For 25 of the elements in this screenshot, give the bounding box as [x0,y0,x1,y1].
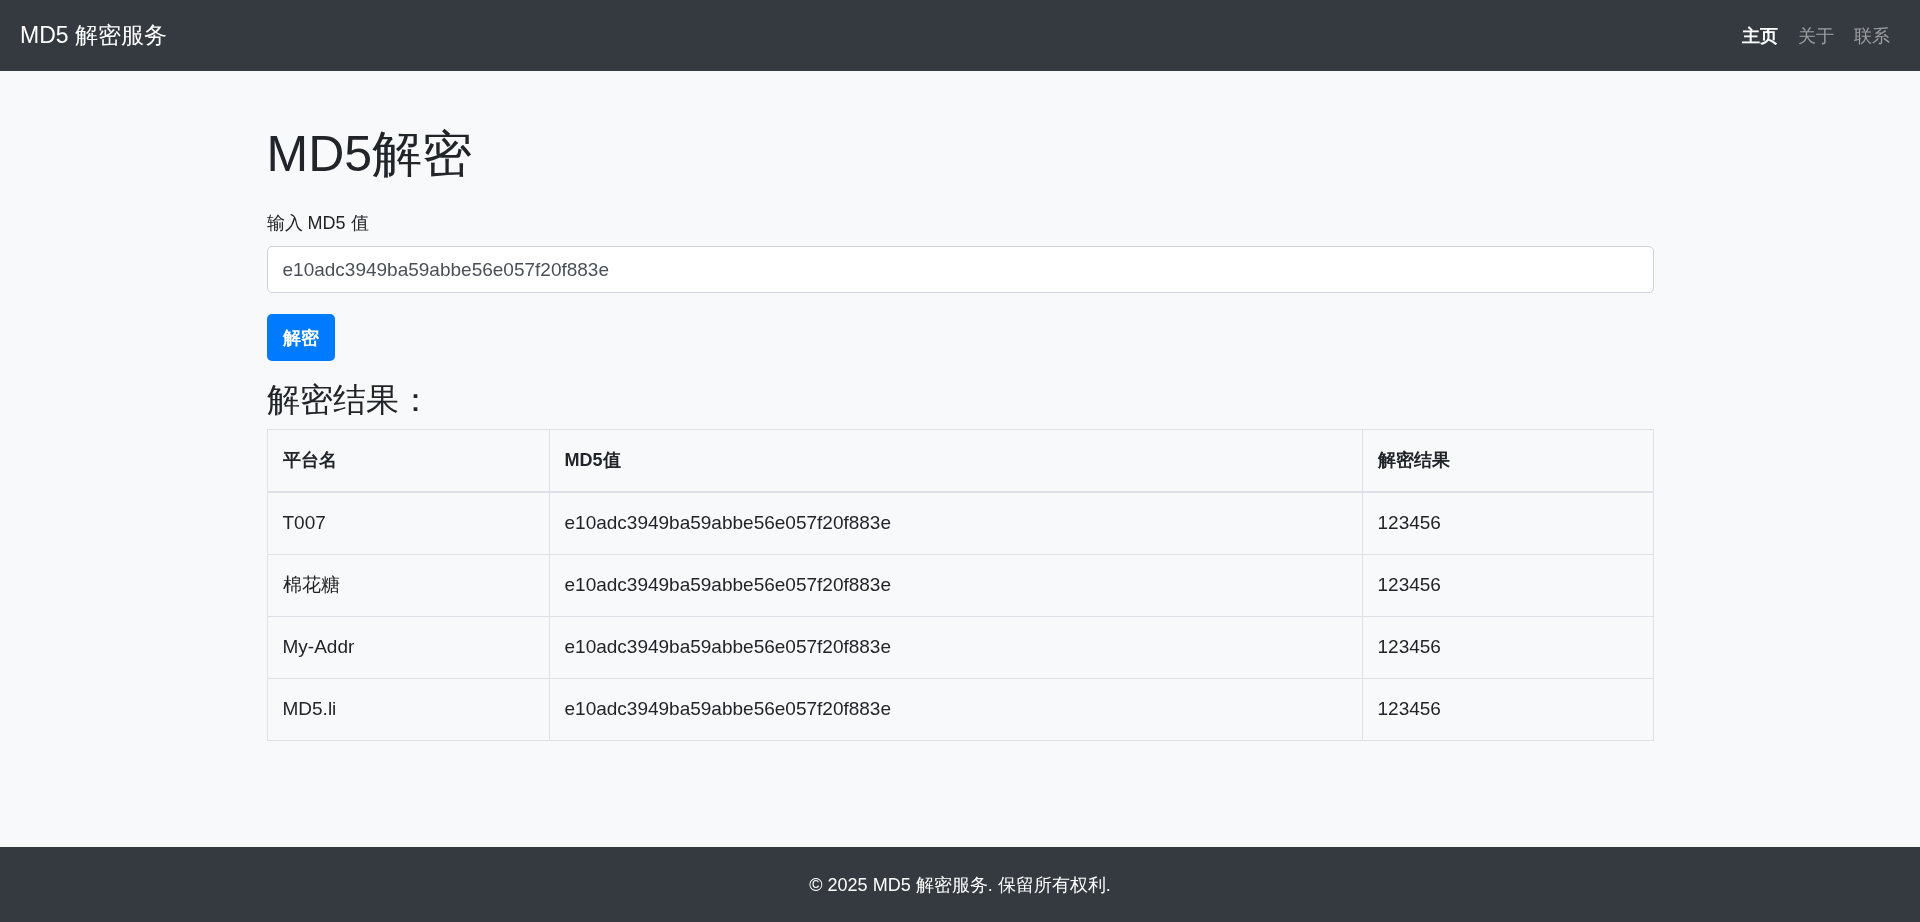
table-cell: 123456 [1362,616,1653,679]
table-cell: 棉花糖 [267,554,549,617]
copyright-text: © 2025 MD5 解密服务. 保留所有权利. [809,873,1111,897]
table-cell: e10adc3949ba59abbe56e057f20f883e [549,491,1362,555]
column-header: MD5值 [549,429,1362,492]
table-cell: 123456 [1362,678,1653,741]
table-cell: e10adc3949ba59abbe56e057f20f883e [549,616,1362,679]
md5-input-field[interactable]: e10adc3949ba59abbe56e057f20f883e [266,246,1654,293]
input-label: 输入 MD5 值 [266,212,370,235]
table-cell: 123456 [1362,491,1653,555]
column-header: 平台名 [267,429,549,492]
results-heading: 解密结果： [266,380,433,420]
table-cell: T007 [267,491,549,555]
nav-link[interactable]: 关于 [1788,23,1844,48]
column-header: 解密结果 [1362,429,1653,492]
decrypt-button[interactable]: 解密 [266,314,335,361]
table-cell: My-Addr [267,616,549,679]
brand-title[interactable]: MD5 解密服务 [20,20,167,51]
table-cell: 123456 [1362,554,1653,617]
table-cell: MD5.li [267,678,549,741]
table-cell: e10adc3949ba59abbe56e057f20f883e [549,554,1362,617]
table-cell: e10adc3949ba59abbe56e057f20f883e [549,678,1362,741]
nav-link[interactable]: 主页 [1732,23,1788,48]
nav-link[interactable]: 联系 [1844,23,1900,48]
page-heading: MD5解密 [266,125,474,184]
